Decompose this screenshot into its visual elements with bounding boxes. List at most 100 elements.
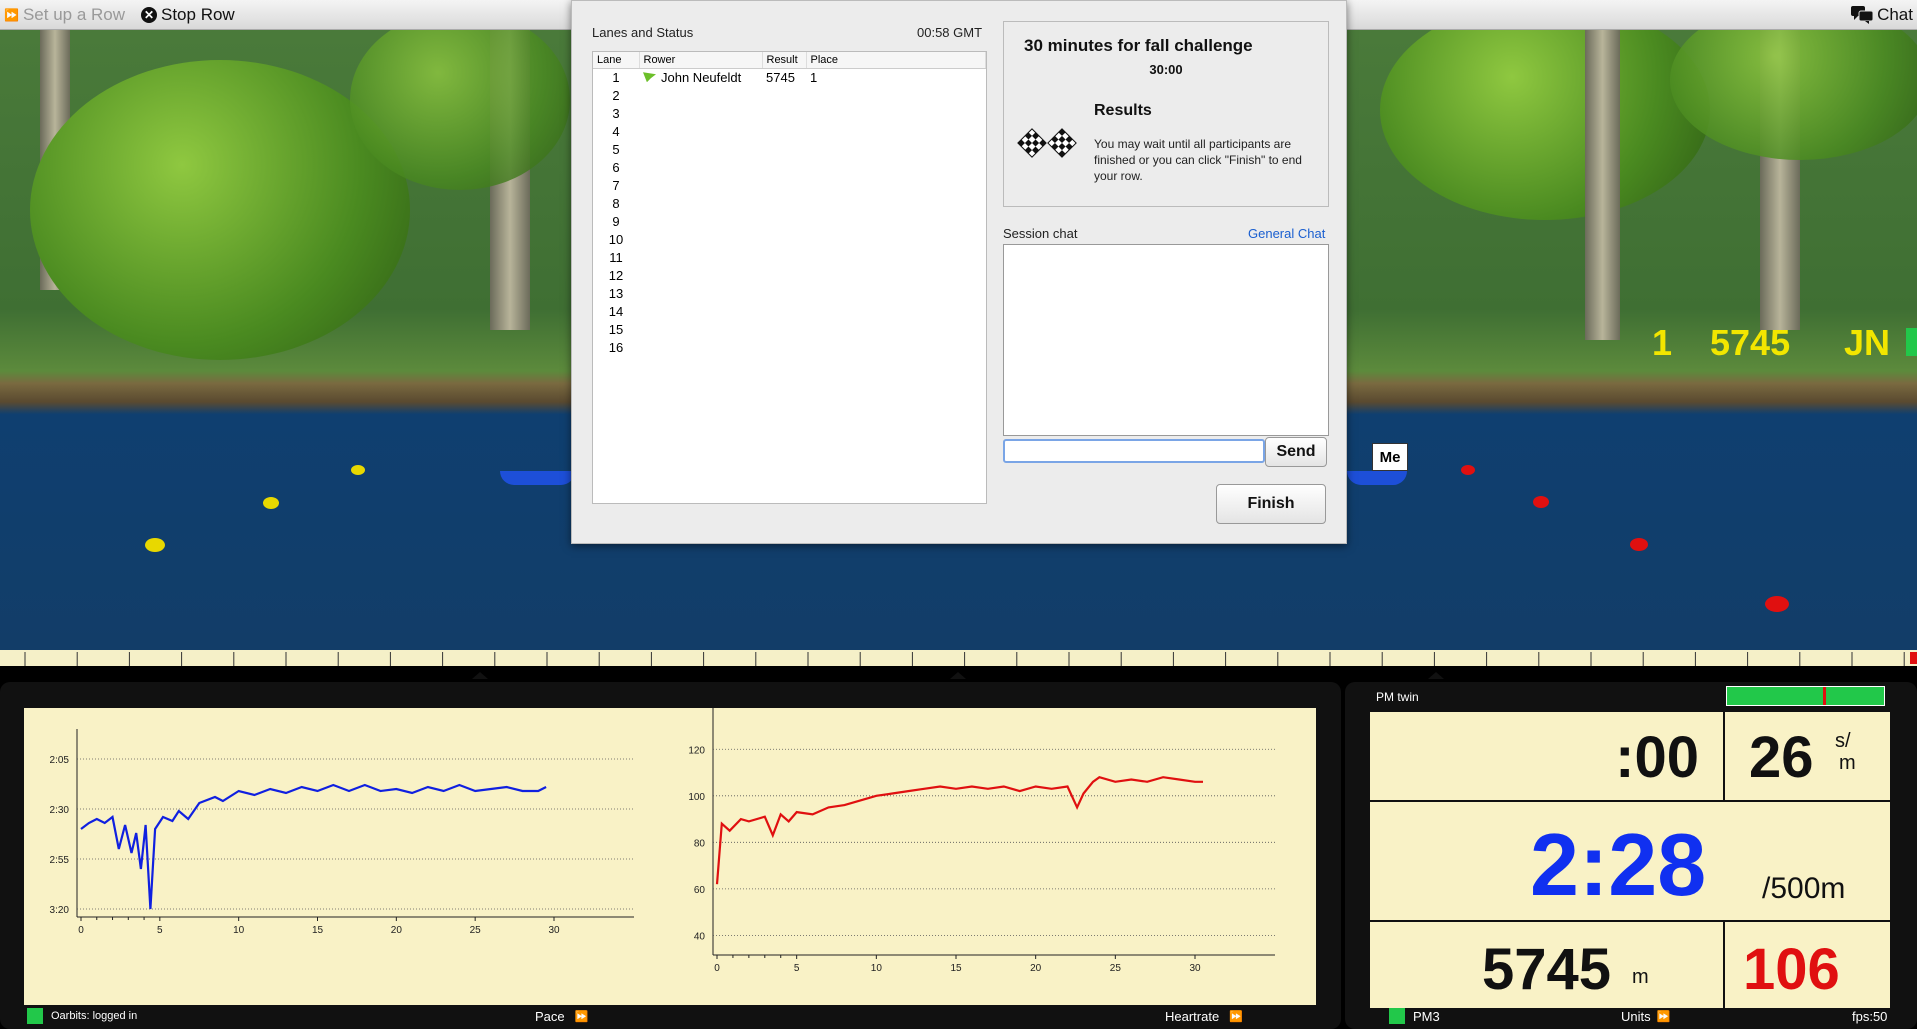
lane-row: 13 — [593, 285, 986, 303]
general-chat-link[interactable]: General Chat — [1248, 226, 1325, 241]
fast-forward-icon: ⏩ — [1656, 1011, 1671, 1023]
rower-place: 1 — [806, 69, 986, 87]
rower-result — [762, 195, 806, 213]
y-tick-label: 80 — [694, 838, 706, 849]
x-tick-label: 10 — [871, 963, 883, 974]
distance-unit: m — [1632, 966, 1649, 988]
pace-cell: 2:28 /500m — [1370, 802, 1890, 920]
rower-name — [639, 231, 762, 249]
col-lane: Lane — [593, 52, 640, 69]
finish-button[interactable]: Finish — [1216, 484, 1326, 524]
rower-name — [639, 87, 762, 105]
units-button[interactable]: Units ⏩ — [1621, 1009, 1670, 1024]
rower-name — [639, 141, 762, 159]
force-meter — [1726, 686, 1885, 706]
x-tick-label: 15 — [950, 963, 962, 974]
rower-name — [639, 105, 762, 123]
pace-label: Pace — [535, 1009, 565, 1024]
x-tick-label: 5 — [794, 963, 800, 974]
lane-number-text: 4 — [612, 124, 620, 139]
rower-result — [762, 177, 806, 195]
lane-number: 9 — [593, 213, 639, 231]
rower-place — [806, 249, 986, 267]
units-label: Units — [1621, 1009, 1651, 1024]
y-tick-label: 2:30 — [50, 805, 70, 816]
heartrate-label: Heartrate — [1165, 1009, 1220, 1024]
lane-number-text: 8 — [612, 196, 620, 211]
lane-row: 11 — [593, 249, 986, 267]
force-marker — [1823, 687, 1826, 705]
oarbits-status: Oarbits: logged in — [51, 1010, 138, 1022]
lane-number-text: 14 — [608, 304, 624, 319]
pm-title: PM twin — [1376, 690, 1419, 704]
rower-name — [639, 177, 762, 195]
y-tick-label: 100 — [688, 792, 705, 803]
ruler-end-marker — [1910, 652, 1917, 664]
lane-number-text: 7 — [612, 178, 620, 193]
col-place: Place — [806, 52, 986, 69]
pace-toggle[interactable]: Pace ⏩ — [535, 1009, 588, 1024]
marker-triangle — [950, 672, 966, 679]
challenge-title: 30 minutes for fall challenge — [1024, 36, 1253, 55]
lane-number-text: 1 — [612, 70, 620, 86]
chat-message-input[interactable] — [1003, 439, 1265, 463]
results-heading: Results — [1094, 102, 1152, 119]
lane-row: 1 John Neufeldt 5745 1 — [593, 69, 986, 87]
lane-number: 15 — [593, 321, 639, 339]
lane-number: 10 — [593, 231, 639, 249]
y-tick-label: 40 — [694, 931, 706, 942]
lane-number: 3 — [593, 105, 639, 123]
rower-place-text: 1 — [810, 70, 818, 86]
flag-icon — [643, 72, 656, 83]
lane-number-text: 3 — [612, 106, 620, 121]
heartrate-toggle[interactable]: Heartrate ⏩ — [1165, 1009, 1243, 1024]
y-tick-label: 2:05 — [50, 755, 70, 766]
lane-row: 7 — [593, 177, 986, 195]
lane-number: 5 — [593, 141, 639, 159]
pace-chart: 2:05 2:30 2:55 3:20 0 5 10 15 20 25 30 — [50, 729, 634, 936]
x-tick-label: 30 — [1189, 963, 1201, 974]
session-chat-log — [1003, 244, 1329, 436]
lane-number: 11 — [593, 249, 639, 267]
rower-result-text: 5745 — [766, 70, 795, 86]
lane-row: 14 — [593, 303, 986, 321]
col-result: Result — [762, 52, 807, 69]
pm-connection-indicator — [1389, 1008, 1405, 1024]
elapsed-cell: :00 — [1370, 712, 1723, 800]
fps-readout: fps:50 — [1852, 1009, 1888, 1024]
rower-result — [762, 303, 806, 321]
rower-result — [762, 231, 806, 249]
stroke-rate-cell: 26 s/ m — [1725, 712, 1890, 800]
lane-number-text: 6 — [612, 160, 620, 175]
lane-row: 2 — [593, 87, 986, 105]
lane-row: 16 — [593, 339, 986, 357]
charts-panel: 2:05 2:30 2:55 3:20 0 5 10 15 20 25 30 40 60 80 100 12… — [0, 682, 1341, 1029]
marker-triangle — [472, 672, 488, 679]
rower-name — [639, 303, 762, 321]
y-tick-label: 2:55 — [50, 855, 70, 866]
x-tick-label: 25 — [1110, 963, 1122, 974]
lane-number-text: 10 — [608, 232, 624, 247]
x-tick-label: 5 — [157, 925, 163, 936]
heart-rate-cell: 106 — [1725, 922, 1890, 1008]
lane-number: 2 — [593, 87, 639, 105]
lane-number-text: 2 — [612, 88, 620, 103]
rower-result — [762, 87, 806, 105]
rower-place — [806, 213, 986, 231]
lane-number: 12 — [593, 267, 639, 285]
distance-value: 5745 — [1482, 937, 1612, 1002]
lane-number: 14 — [593, 303, 639, 321]
lane-number-text: 16 — [608, 340, 624, 355]
lane-number: 13 — [593, 285, 639, 303]
rower-place — [806, 105, 986, 123]
rower-result — [762, 321, 806, 339]
x-tick-label: 20 — [1030, 963, 1042, 974]
x-tick-label: 25 — [470, 925, 482, 936]
rower-name — [639, 321, 762, 339]
stroke-unit-bottom: m — [1839, 752, 1856, 774]
rower-name — [639, 123, 762, 141]
lanes-title: Lanes and Status — [592, 25, 694, 40]
send-button[interactable]: Send — [1265, 437, 1327, 467]
y-tick-label: 60 — [694, 885, 706, 896]
rower-result — [762, 141, 806, 159]
